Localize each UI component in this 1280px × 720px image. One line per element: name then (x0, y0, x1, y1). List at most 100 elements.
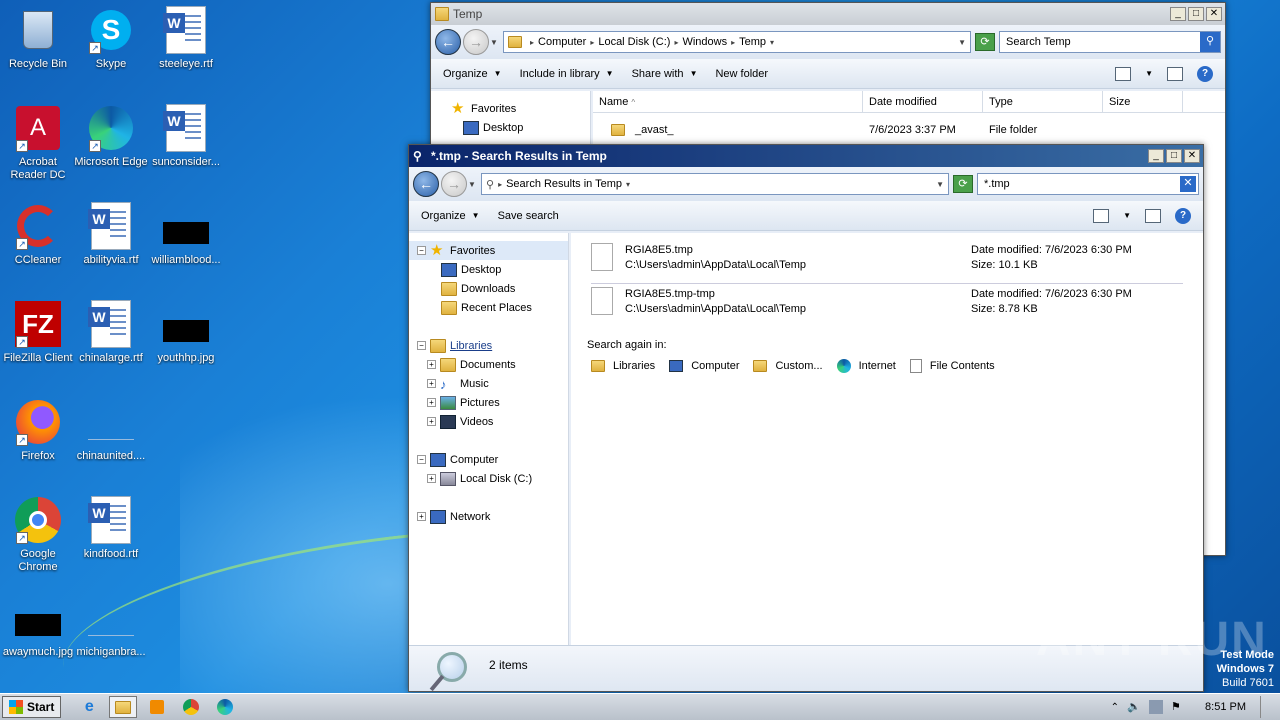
nav-desktop[interactable]: Desktop (431, 118, 590, 137)
desktop-icon-awaymuch[interactable]: awaymuch.jpg (0, 594, 76, 659)
nav-documents[interactable]: + Documents (409, 355, 568, 374)
nav-local-disk[interactable]: + Local Disk (C:) (409, 469, 568, 488)
minimize-button[interactable]: _ (1148, 149, 1164, 163)
recent-pages-dropdown[interactable]: ▼ (489, 38, 499, 47)
collapse-icon[interactable]: − (417, 455, 426, 464)
save-search-button[interactable]: Save search (498, 210, 559, 222)
desktop-icon-recycle-bin[interactable]: Recycle Bin (0, 6, 76, 71)
desktop-icon-kindfood[interactable]: W kindfood.rtf (73, 496, 149, 561)
view-options-icon[interactable] (1115, 66, 1132, 81)
share-with-button[interactable]: Share with ▼ (632, 68, 698, 80)
taskbar-chrome[interactable] (177, 696, 205, 718)
desktop-icon-williamblood[interactable]: williamblood... (148, 202, 224, 267)
desktop-icon-acrobat[interactable]: A ↗ Acrobat Reader DC (0, 104, 76, 182)
search-titlebar[interactable]: ⚲ *.tmp - Search Results in Temp _ □ ✕ (409, 145, 1203, 167)
result-item[interactable]: RGIA8E5.tmp C:\Users\admin\AppData\Local… (591, 243, 1191, 273)
forward-button[interactable]: → (441, 171, 467, 197)
column-type[interactable]: Type (983, 91, 1103, 112)
temp-titlebar[interactable]: Temp _ □ ✕ (431, 3, 1225, 25)
nav-favorites[interactable]: − ★ Favorites (409, 241, 568, 260)
search-again-file-contents[interactable]: File Contents (909, 359, 995, 373)
view-options-icon[interactable] (1093, 208, 1110, 223)
desktop-icon-chrome[interactable]: ↗ Google Chrome (0, 496, 76, 574)
collapse-icon[interactable]: − (417, 246, 426, 255)
show-desktop-button[interactable] (1260, 696, 1270, 718)
search-input[interactable]: Search Temp ⚲ (999, 31, 1221, 53)
taskbar-ie[interactable]: e (75, 696, 103, 718)
close-button[interactable]: ✕ (1184, 149, 1200, 163)
organize-button[interactable]: Organize ▼ (443, 68, 502, 80)
nav-network[interactable]: + Network (409, 507, 568, 526)
expand-icon[interactable]: + (427, 474, 436, 483)
preview-pane-icon[interactable] (1145, 208, 1161, 223)
desktop-icon-skype[interactable]: S ↗ Skype (73, 6, 149, 71)
taskbar-edge[interactable] (211, 696, 239, 718)
nav-desktop[interactable]: Desktop (409, 260, 568, 279)
search-results-window[interactable]: ⚲ *.tmp - Search Results in Temp _ □ ✕ ←… (408, 144, 1204, 692)
desktop-icon-chinalarge[interactable]: W chinalarge.rtf (73, 300, 149, 365)
recent-pages-dropdown[interactable]: ▼ (467, 180, 477, 189)
desktop-icon-michiganbra[interactable]: michiganbra... (73, 594, 149, 659)
preview-pane-icon[interactable] (1167, 66, 1183, 81)
nav-recent-places[interactable]: Recent Places (409, 298, 568, 317)
search-icon[interactable]: ⚲ (1200, 32, 1220, 52)
table-row[interactable]: _avast_ 7/6/2023 3:37 PM File folder (593, 119, 1225, 141)
breadcrumb-search-results[interactable]: Search Results in Temp ▾ (506, 178, 630, 190)
column-name[interactable]: Name ^ (593, 91, 863, 112)
search-input[interactable]: *.tmp ✕ (977, 173, 1199, 195)
nav-videos[interactable]: + Videos (409, 412, 568, 431)
clear-search-icon[interactable]: ✕ (1180, 176, 1196, 192)
expand-icon[interactable]: + (427, 379, 436, 388)
back-button[interactable]: ← (413, 171, 439, 197)
result-item[interactable]: RGIA8E5.tmp-tmp C:\Users\admin\AppData\L… (591, 287, 1191, 317)
show-hidden-icons[interactable]: ⌃ (1111, 702, 1119, 713)
close-button[interactable]: ✕ (1206, 7, 1222, 21)
address-dropdown[interactable]: ▼ (958, 38, 966, 47)
column-date-modified[interactable]: Date modified (863, 91, 983, 112)
expand-icon[interactable]: + (417, 512, 426, 521)
desktop-icon-filezilla[interactable]: FZ ↗ FileZilla Client (0, 300, 76, 365)
address-bar[interactable]: ▸ Computer ▸ Local Disk (C:) ▸ Windows ▸ Te… (503, 31, 971, 53)
help-icon[interactable]: ? (1197, 65, 1213, 82)
nav-computer[interactable]: − Computer (409, 450, 568, 469)
collapse-icon[interactable]: − (417, 341, 426, 350)
clock[interactable]: 8:51 PM (1205, 701, 1246, 713)
address-dropdown[interactable]: ▼ (936, 180, 944, 189)
minimize-button[interactable]: _ (1170, 7, 1186, 21)
column-size[interactable]: Size (1103, 91, 1183, 112)
nav-downloads[interactable]: Downloads (409, 279, 568, 298)
expand-icon[interactable]: + (427, 398, 436, 407)
new-folder-button[interactable]: New folder (715, 68, 768, 80)
nav-music[interactable]: + ♪ Music (409, 374, 568, 393)
search-again-custom[interactable]: Custom... (753, 360, 823, 372)
desktop-icon-chinaunited[interactable]: chinaunited.... (73, 398, 149, 463)
refresh-button[interactable]: ⟳ (975, 33, 995, 51)
view-dropdown[interactable]: ▼ (1123, 211, 1131, 220)
breadcrumb-local-disk[interactable]: Local Disk (C:) ▸ (598, 36, 678, 48)
nav-libraries[interactable]: − Libraries (409, 336, 568, 355)
search-again-computer[interactable]: Computer (669, 360, 739, 372)
search-again-internet[interactable]: Internet (836, 359, 896, 373)
address-bar[interactable]: ⚲ ▸ Search Results in Temp ▾ ▼ (481, 173, 949, 195)
desktop-icon-sunconsider[interactable]: W sunconsider... (148, 104, 224, 169)
desktop-icon-steeleye[interactable]: W steeleye.rtf (148, 6, 224, 71)
help-icon[interactable]: ? (1175, 207, 1191, 224)
breadcrumb-computer[interactable]: Computer ▸ (538, 36, 594, 48)
search-again-libraries[interactable]: Libraries (591, 360, 655, 372)
breadcrumb-temp[interactable]: Temp ▾ (739, 36, 774, 48)
action-center-flag-icon[interactable]: ⚑ (1171, 700, 1185, 714)
desktop-icon-youthhp[interactable]: youthhp.jpg (148, 300, 224, 365)
desktop-icon-edge[interactable]: ↗ Microsoft Edge (73, 104, 149, 169)
nav-pictures[interactable]: + Pictures (409, 393, 568, 412)
maximize-button[interactable]: □ (1166, 149, 1182, 163)
view-dropdown[interactable]: ▼ (1145, 69, 1153, 78)
taskbar-explorer[interactable] (109, 696, 138, 718)
network-tray-icon[interactable] (1149, 700, 1164, 714)
desktop-icon-ccleaner[interactable]: ↗ CCleaner (0, 202, 76, 267)
desktop-icon-firefox[interactable]: ↗ Firefox (0, 398, 76, 463)
volume-icon[interactable]: 🔈 (1127, 700, 1141, 714)
maximize-button[interactable]: □ (1188, 7, 1204, 21)
taskbar-media-player[interactable] (143, 696, 171, 718)
start-button[interactable]: Start (2, 696, 62, 718)
include-in-library-button[interactable]: Include in library ▼ (520, 68, 614, 80)
